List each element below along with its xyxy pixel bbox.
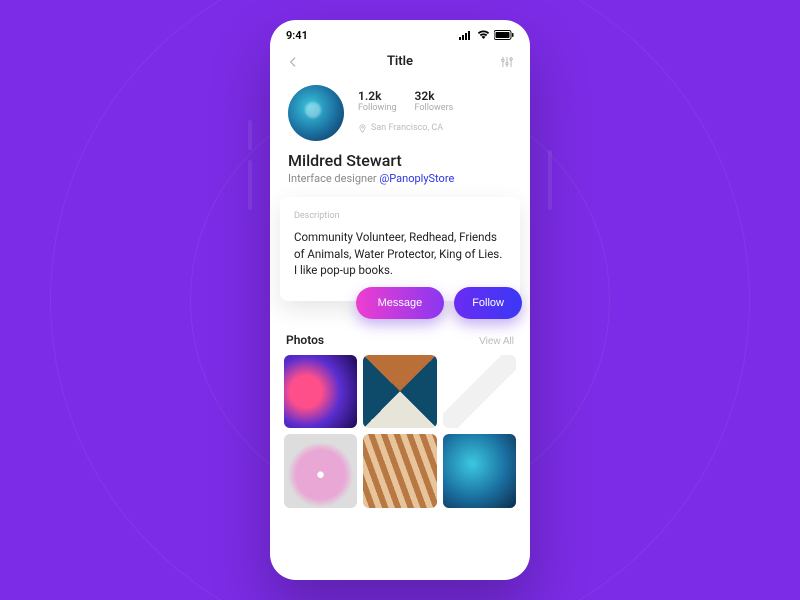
- nav-title: Title: [387, 54, 413, 69]
- description-label: Description: [294, 211, 506, 221]
- photo-thumbnail[interactable]: [363, 355, 436, 428]
- stat-following[interactable]: 1.2k Following: [358, 89, 397, 113]
- status-bar: 9:41: [270, 20, 530, 50]
- description-text: Community Volunteer, Redhead, Friends of…: [294, 229, 506, 279]
- following-label: Following: [358, 103, 397, 113]
- location-text: San Francisco, CA: [371, 123, 443, 133]
- photo-thumbnail[interactable]: [443, 355, 516, 428]
- photos-title: Photos: [286, 333, 324, 347]
- status-indicators: [459, 30, 514, 40]
- profile-role: Interface designer @PanoplyStore: [270, 170, 530, 197]
- message-button[interactable]: Message: [356, 287, 445, 319]
- location: San Francisco, CA: [358, 123, 453, 133]
- profile-name: Mildred Stewart: [270, 141, 530, 170]
- signal-icon: [459, 30, 473, 40]
- photo-grid: [270, 355, 530, 508]
- location-pin-icon: [358, 124, 367, 133]
- wifi-icon: [477, 30, 490, 40]
- settings-icon[interactable]: [500, 55, 514, 69]
- photo-thumbnail[interactable]: [363, 434, 436, 507]
- nav-bar: Title: [270, 50, 530, 77]
- follow-button[interactable]: Follow: [454, 287, 522, 319]
- battery-icon: [494, 30, 514, 40]
- description-card: Description Community Volunteer, Redhead…: [280, 197, 520, 301]
- avatar[interactable]: [288, 85, 344, 141]
- followers-label: Followers: [415, 103, 454, 113]
- following-count: 1.2k: [358, 89, 397, 103]
- profile-handle-link[interactable]: @PanoplyStore: [379, 172, 454, 185]
- photo-thumbnail[interactable]: [284, 355, 357, 428]
- photo-thumbnail[interactable]: [284, 434, 357, 507]
- followers-count: 32k: [415, 89, 454, 103]
- stat-followers[interactable]: 32k Followers: [415, 89, 454, 113]
- photo-thumbnail[interactable]: [443, 434, 516, 507]
- role-prefix: Interface designer: [288, 172, 379, 185]
- phone-frame: 9:41 Title 1.2k Following: [270, 20, 530, 580]
- back-icon[interactable]: [286, 55, 300, 69]
- view-all-button[interactable]: View All: [479, 336, 514, 347]
- status-time: 9:41: [286, 29, 308, 42]
